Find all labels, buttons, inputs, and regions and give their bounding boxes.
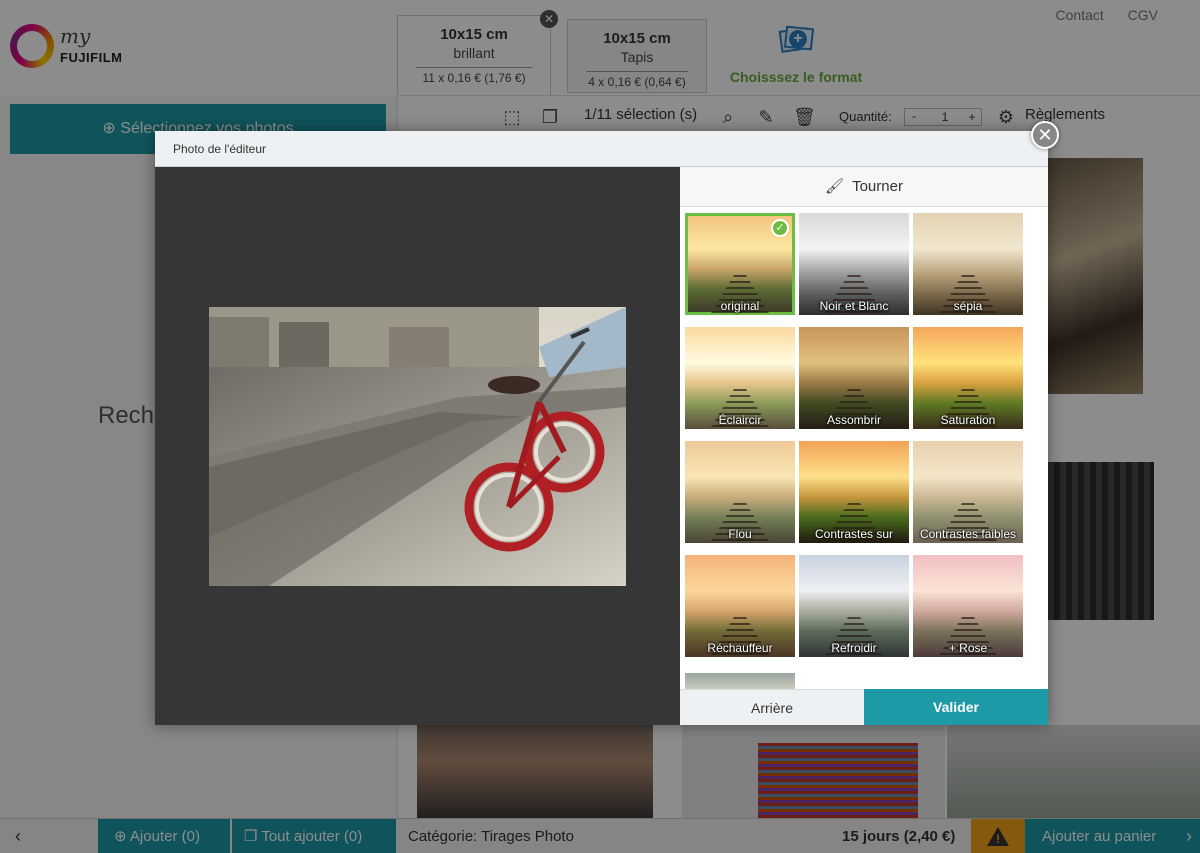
filter-option[interactable]: + Rose [913,555,1023,657]
filter-label: original [720,299,760,313]
filter-option[interactable]: Contrastes faibles [913,441,1023,543]
filter-option[interactable]: Saturation [913,327,1023,429]
rotate-label: Tourner [852,178,903,195]
rotate-button[interactable]: 🖌 Tourner [680,167,1048,207]
checkmark-icon: ✓ [771,219,789,237]
brush-icon: 🖌 [825,178,845,195]
filter-option[interactable]: Noir et Blanc [799,213,909,315]
confirm-button[interactable]: Valider [864,689,1048,725]
modal-title: Photo de l'éditeur [173,142,267,156]
filter-option-partial[interactable] [685,673,795,689]
filters-panel: 🖌 Tourner original ✓ Noir et Blanc sépia Écla… [680,167,1048,725]
back-button[interactable]: Arrière [680,689,864,725]
filter-label: Éclaircir [718,413,762,427]
photo-editor-modal: Photo de l'éditeur 🖌 Tourner original ✓ … [155,131,1048,725]
filter-label: Contrastes sur [814,527,894,541]
bicycle-photo [209,307,626,586]
filter-option[interactable]: Réchauffeur [685,555,795,657]
filter-label: Contrastes faibles [919,527,1017,541]
filter-label: Refroidir [831,641,877,655]
filter-label: Flou [728,527,752,541]
filter-option[interactable]: Contrastes sur [799,441,909,543]
filter-label: Réchauffeur [707,641,773,655]
filter-option[interactable]: sépia [913,213,1023,315]
filter-label: Saturation [940,413,996,427]
filter-label: + Rose [948,641,988,655]
filter-label: sépia [953,299,983,313]
filter-option[interactable]: original ✓ [685,213,795,315]
filter-option[interactable]: Flou [685,441,795,543]
filter-option[interactable]: Éclaircir [685,327,795,429]
filter-label: Noir et Blanc [819,299,889,313]
modal-header: Photo de l'éditeur [155,131,1048,167]
close-icon[interactable]: ✕ [1031,121,1059,149]
filter-option[interactable]: Assombrir [799,327,909,429]
filter-option[interactable]: Refroidir [799,555,909,657]
photo-preview [209,307,626,586]
photo-preview-area [155,167,680,725]
filter-label: Assombrir [826,413,881,427]
